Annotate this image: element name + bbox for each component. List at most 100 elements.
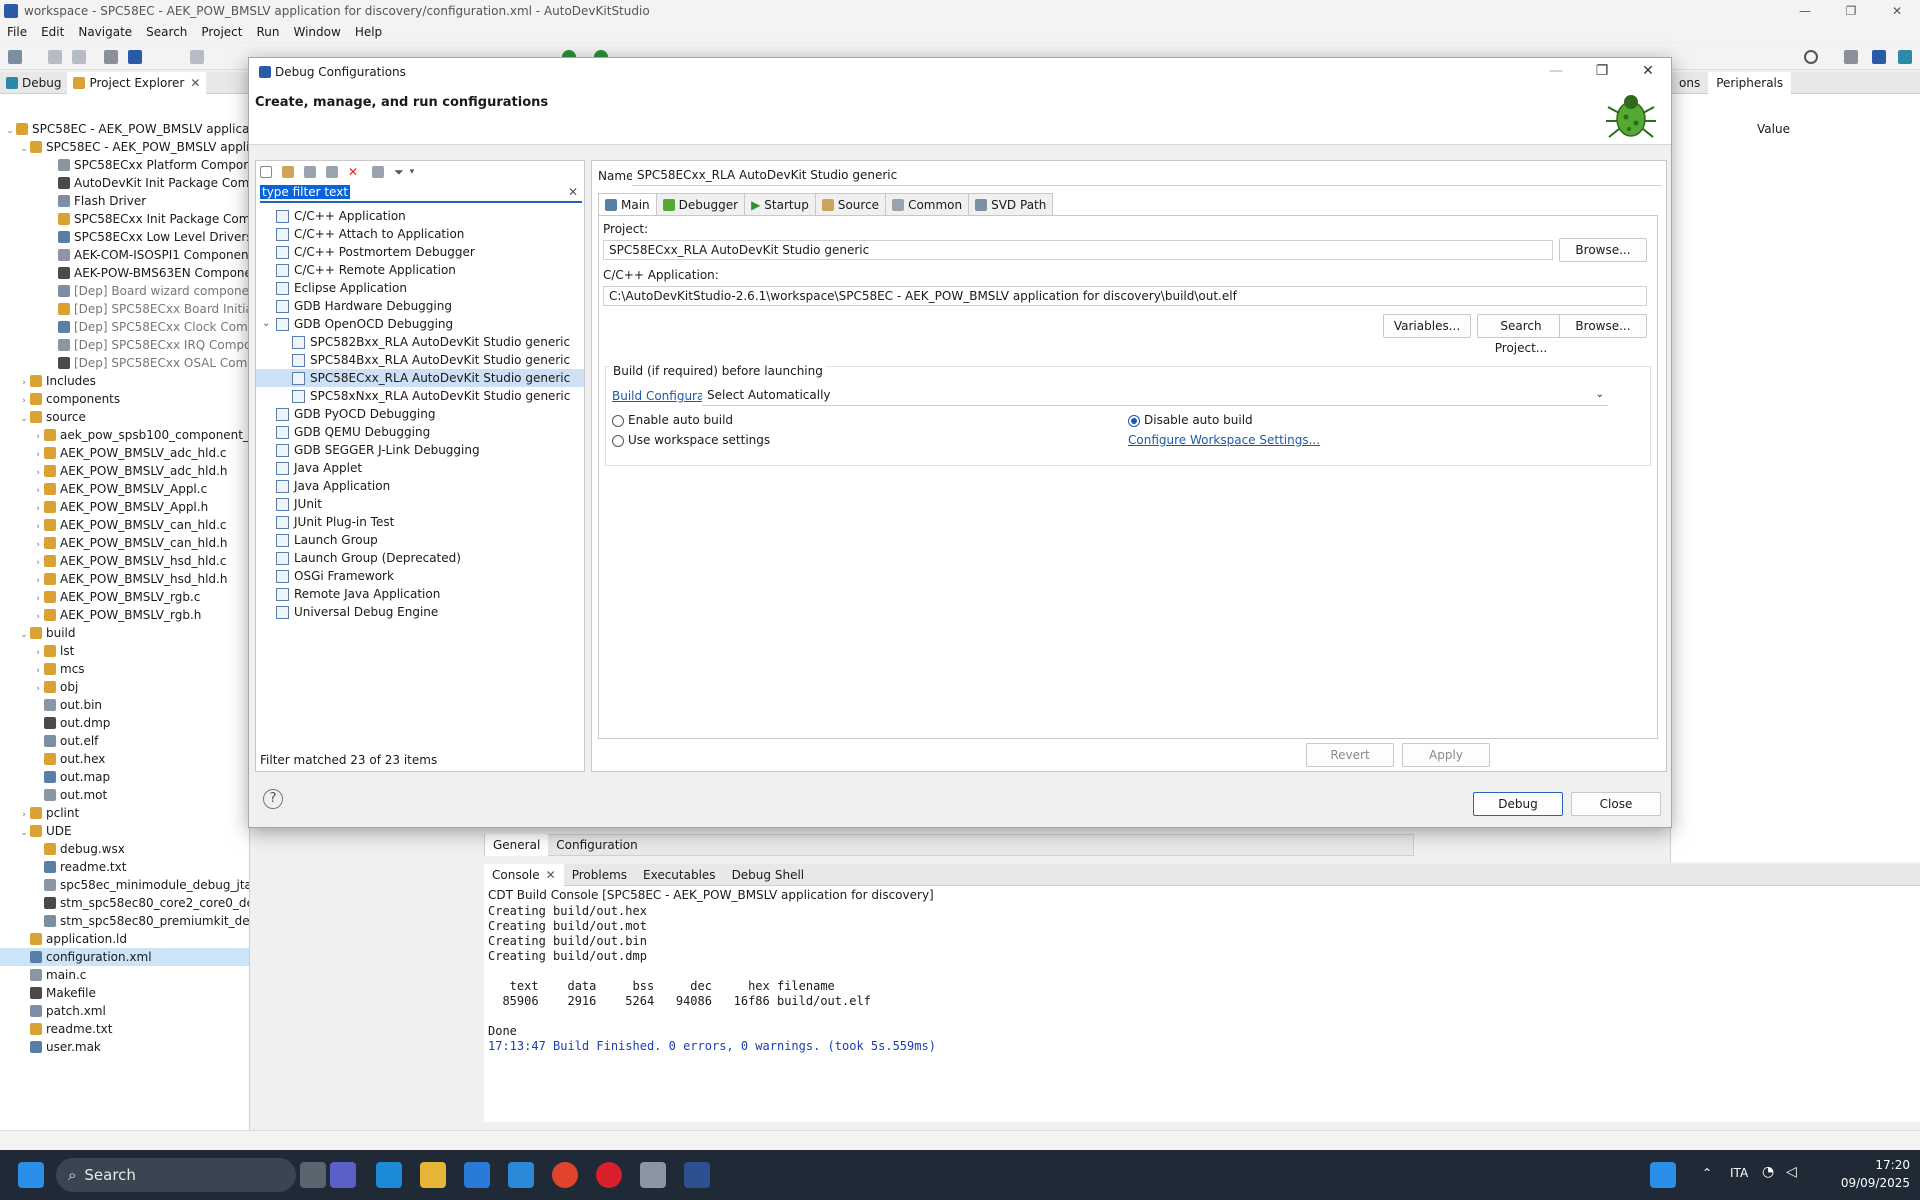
configuration-tree-item[interactable]: SPC58ECxx_RLA AutoDevKit Studio generic xyxy=(256,369,584,387)
explorer-icon[interactable] xyxy=(420,1162,446,1188)
taskbar-search[interactable]: ⌕ Search xyxy=(56,1158,296,1192)
project-tree-item[interactable]: › AEK_POW_BMSLV_Appl.c xyxy=(0,480,249,498)
menu-search[interactable]: Search xyxy=(139,25,194,39)
project-tree-item[interactable]: › obj xyxy=(0,678,249,696)
configuration-tree-item[interactable]: SPC582Bxx_RLA AutoDevKit Studio generic xyxy=(256,333,584,351)
configuration-tree-item[interactable]: SPC584Bxx_RLA AutoDevKit Studio generic xyxy=(256,351,584,369)
project-tree-item[interactable]: › AEK_POW_BMSLV_can_hld.h xyxy=(0,534,249,552)
project-tree-item[interactable]: SPC58ECxx Platform Component xyxy=(0,156,249,174)
project-tree-item[interactable]: out.hex xyxy=(0,750,249,768)
project-tree-item[interactable]: › AEK_POW_BMSLV_hsd_hld.h xyxy=(0,570,249,588)
edge-icon[interactable] xyxy=(376,1162,402,1188)
close-icon[interactable]: ✕ xyxy=(546,868,556,882)
cdt-perspective-icon[interactable] xyxy=(1872,50,1886,64)
project-tree-item[interactable]: out.elf xyxy=(0,732,249,750)
project-tree-item[interactable]: › lst xyxy=(0,642,249,660)
enable-auto-build-radio[interactable] xyxy=(612,415,624,427)
tab-main[interactable]: Main xyxy=(598,193,657,215)
project-tree-item[interactable]: AutoDevKit Init Package Compor xyxy=(0,174,249,192)
disable-auto-build-radio[interactable] xyxy=(1128,415,1140,427)
tab-svd-path[interactable]: SVD Path xyxy=(968,193,1054,215)
debug-icon[interactable] xyxy=(128,50,142,64)
project-tree-item[interactable]: AEK-POW-BMS63EN Component xyxy=(0,264,249,282)
new-icon[interactable] xyxy=(8,50,22,64)
configuration-tree-item[interactable]: Java Application xyxy=(256,477,584,495)
save-icon[interactable] xyxy=(48,50,62,64)
project-tree-item[interactable]: › AEK_POW_BMSLV_adc_hld.c xyxy=(0,444,249,462)
expand-toggle-icon[interactable]: ⌄ xyxy=(262,315,270,333)
project-tree-item[interactable]: ⌄ SPC58EC - AEK_POW_BMSLV applicatio xyxy=(0,120,249,138)
maximize-button[interactable]: ❐ xyxy=(1828,0,1874,22)
app-icon[interactable] xyxy=(640,1162,666,1188)
task-view-icon[interactable] xyxy=(300,1162,326,1188)
project-tree-item[interactable]: stm_spc58ec80_premiumkit_debug_jtag.cfg xyxy=(0,912,249,930)
project-tree-item[interactable]: › mcs xyxy=(0,660,249,678)
duplicate-icon[interactable] xyxy=(326,166,338,178)
menu-window[interactable]: Window xyxy=(286,25,347,39)
close-window-button[interactable]: ✕ xyxy=(1874,0,1920,22)
minimize-button[interactable]: — xyxy=(1782,0,1828,22)
new-config-icon[interactable] xyxy=(260,166,272,178)
dialog-maximize-button[interactable]: ❐ xyxy=(1579,58,1625,85)
configuration-tree-item[interactable]: C/C++ Postmortem Debugger xyxy=(256,243,584,261)
configuration-tree-item[interactable]: Launch Group (Deprecated) xyxy=(256,549,584,567)
apply-button[interactable]: Apply xyxy=(1402,743,1490,767)
project-tree-item[interactable]: Makefile xyxy=(0,984,249,1002)
project-tree-item[interactable]: › Includes xyxy=(0,372,249,390)
configure-workspace-settings-link[interactable]: Configure Workspace Settings... xyxy=(1128,433,1320,447)
widget-icon[interactable] xyxy=(1650,1162,1676,1188)
filter-input[interactable]: type filter text ✕ xyxy=(260,185,582,203)
variables-button[interactable]: Variables... xyxy=(1383,314,1471,338)
project-tree-item[interactable]: ⌄ build xyxy=(0,624,249,642)
browse-project-button[interactable]: Browse... xyxy=(1559,238,1647,262)
menu-edit[interactable]: Edit xyxy=(34,25,71,39)
close-icon[interactable]: ✕ xyxy=(190,76,200,90)
project-tree-item[interactable]: ⌄ UDE xyxy=(0,822,249,840)
project-tree-item[interactable]: [Dep] Board wizard component xyxy=(0,282,249,300)
tab-project-explorer[interactable]: Project Explorer ✕ xyxy=(67,72,207,94)
collapse-all-icon[interactable] xyxy=(372,166,385,178)
resume-icon[interactable] xyxy=(190,50,204,64)
tab-common[interactable]: Common xyxy=(885,193,970,215)
project-tree-item[interactable]: › AEK_POW_BMSLV_rgb.c xyxy=(0,588,249,606)
project-tree-item[interactable]: readme.txt xyxy=(0,858,249,876)
language-indicator[interactable]: ITA xyxy=(1730,1166,1748,1180)
new-prototype-icon[interactable] xyxy=(282,166,294,178)
vscode-icon[interactable] xyxy=(508,1162,534,1188)
configuration-tree-item[interactable]: OSGi Framework xyxy=(256,567,584,585)
dialog-close-button[interactable]: ✕ xyxy=(1625,58,1671,85)
configuration-tree-item[interactable]: SPC58xNxx_RLA AutoDevKit Studio generic xyxy=(256,387,584,405)
project-tree-item[interactable]: AEK-COM-ISOSPI1 Component R xyxy=(0,246,249,264)
export-icon[interactable] xyxy=(304,166,316,178)
project-tree-item[interactable]: out.map xyxy=(0,768,249,786)
search-project-button[interactable]: Search Project... xyxy=(1477,314,1565,355)
menu-navigate[interactable]: Navigate xyxy=(71,25,139,39)
close-button[interactable]: Close xyxy=(1571,792,1661,816)
dialog-minimize-button[interactable]: — xyxy=(1533,58,1579,85)
tab-debug[interactable]: Debug xyxy=(0,72,67,94)
configuration-tree-item[interactable]: GDB Hardware Debugging xyxy=(256,297,584,315)
configuration-tree-item[interactable]: Universal Debug Engine xyxy=(256,603,584,621)
save-all-icon[interactable] xyxy=(72,50,86,64)
project-tree-item[interactable]: › AEK_POW_BMSLV_Appl.h xyxy=(0,498,249,516)
clock[interactable]: 17:20 09/09/2025 xyxy=(1841,1156,1910,1192)
configuration-tree-item[interactable]: C/C++ Application xyxy=(256,207,584,225)
tab-debug-shell[interactable]: Debug Shell xyxy=(724,864,813,886)
tab-console[interactable]: Console ✕ xyxy=(484,863,564,886)
project-tree-item[interactable]: › AEK_POW_BMSLV_hsd_hld.c xyxy=(0,552,249,570)
configuration-tree-item[interactable]: C/C++ Attach to Application xyxy=(256,225,584,243)
menu-project[interactable]: Project xyxy=(194,25,249,39)
project-tree-item[interactable]: ⌄ source xyxy=(0,408,249,426)
browse-application-button[interactable]: Browse... xyxy=(1559,314,1647,338)
project-tree-item[interactable]: › components xyxy=(0,390,249,408)
tab-startup[interactable]: ▶ Startup xyxy=(744,193,816,215)
tab-configuration[interactable]: Configuration xyxy=(548,834,645,856)
debug-perspective-icon[interactable] xyxy=(1898,50,1912,64)
project-tree-item[interactable]: › AEK_POW_BMSLV_rgb.h xyxy=(0,606,249,624)
project-tree-item[interactable]: configuration.xml xyxy=(0,948,249,966)
store-icon[interactable] xyxy=(464,1162,490,1188)
project-tree-item[interactable]: › AEK_POW_BMSLV_can_hld.c xyxy=(0,516,249,534)
project-tree-item[interactable]: debug.wsx xyxy=(0,840,249,858)
perspective-icon[interactable] xyxy=(1844,50,1858,64)
configuration-tree-item[interactable]: Remote Java Application xyxy=(256,585,584,603)
